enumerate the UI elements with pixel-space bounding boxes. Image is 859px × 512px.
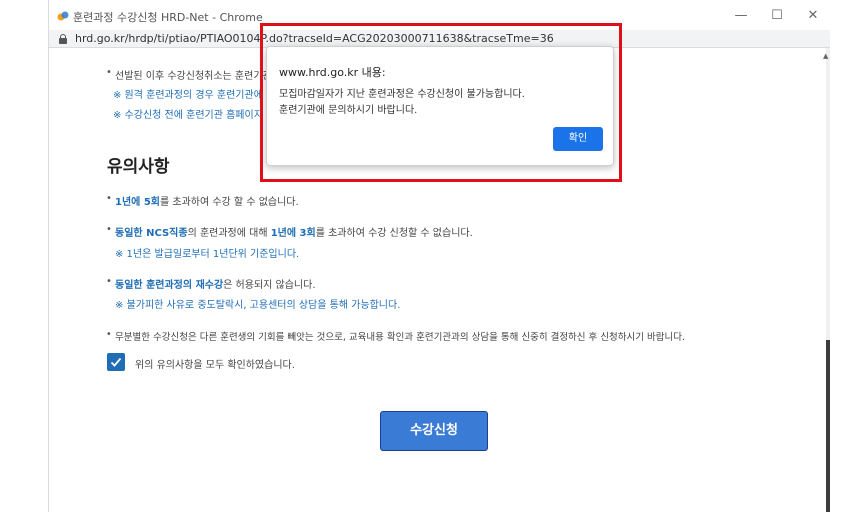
notice-item-2-text-2: 를 초과하여 수강 신청할 수 없습니다. (315, 228, 473, 239)
scrollbar-thumb[interactable] (826, 340, 830, 512)
notice-item-2-highlight-2: 1년에 3회 (270, 228, 316, 239)
minimize-button[interactable]: — (731, 6, 751, 26)
apply-button[interactable]: 수강신청 (380, 411, 488, 451)
notice-item-4: 무분별한 수강신청은 다른 훈련생의 기회를 빼앗는 것으로, 교육내용 확인과… (106, 329, 685, 343)
notice-item-2-highlight-1: 동일한 NCS직종 (115, 228, 188, 239)
notice-item-2-text-1: 의 훈련과정에 대해 (187, 228, 271, 239)
checkmark-icon (110, 357, 122, 367)
intro-note-2: ※ 수강신청 전에 훈련기관 홈페이지 (113, 110, 263, 121)
notice-item-3-highlight: 동일한 훈련과정의 재수강 (115, 280, 224, 291)
intro-note-1: ※ 원격 훈련과정의 경우 훈련기관에 (113, 90, 263, 101)
notice-item-1-text: 를 초과하여 수강 할 수 없습니다. (160, 197, 299, 208)
scrollbar[interactable] (826, 48, 830, 512)
notice-item-2-note: ※ 1년은 발급일로부터 1년단위 기준입니다. (115, 249, 300, 260)
scroll-up-arrow-icon[interactable]: ▲ (823, 52, 828, 60)
confirm-checkbox[interactable] (107, 353, 125, 371)
maximize-button[interactable]: ☐ (767, 6, 787, 26)
notice-item-1-highlight: 1년에 5회 (115, 197, 160, 208)
highlight-box (260, 23, 622, 182)
notice-item-1: 1년에 5회를 초과하여 수강 할 수 없습니다. (106, 193, 299, 208)
notice-title: 유의사항 (107, 157, 170, 177)
notice-item-3: 동일한 훈련과정의 재수강은 허용되지 않습니다. (106, 276, 316, 291)
intro-bullet: 선발된 이후 수강신청취소는 훈련기관 (106, 67, 272, 82)
confirm-label[interactable]: 위의 유의사항을 모두 확인하였습니다. (135, 356, 295, 371)
window-title: 훈련과정 수강신청 HRD-Net - Chrome (73, 11, 263, 24)
lock-icon (59, 34, 67, 44)
close-button[interactable]: ✕ (803, 6, 823, 26)
notice-item-3-note: ※ 불가피한 사유로 중도탈락시, 고용센터의 상담을 통해 가능합니다. (115, 300, 401, 311)
hrd-net-favicon-icon (57, 11, 69, 21)
notice-item-3-text: 은 허용되지 않습니다. (223, 280, 316, 291)
notice-item-2: 동일한 NCS직종의 훈련과정에 대해 1년에 3회를 초과하여 수강 신청할 … (106, 224, 473, 239)
